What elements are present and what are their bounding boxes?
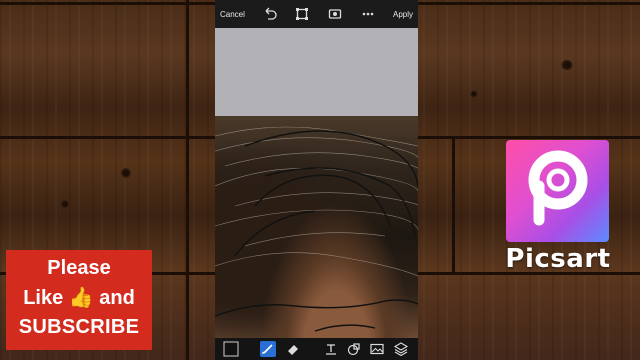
- picsart-logo-icon: [506, 140, 609, 242]
- like-text: Like: [23, 287, 64, 309]
- cancel-button[interactable]: Cancel: [220, 10, 245, 19]
- text-tool-icon[interactable]: [323, 341, 339, 357]
- brand-name: Picsart: [505, 244, 611, 274]
- wood-knot: [120, 168, 132, 178]
- image-icon[interactable]: [369, 341, 385, 357]
- layers-icon[interactable]: [393, 341, 409, 357]
- editor-top-bar: Cancel Apply: [215, 0, 418, 28]
- editor-tool-bar: [215, 338, 418, 360]
- editor-screen: Cancel Apply: [215, 0, 418, 360]
- wood-knot: [60, 200, 70, 208]
- subscribe-line-subscribe: SUBSCRIBE: [18, 316, 140, 338]
- video-record-icon[interactable]: [327, 6, 343, 22]
- plank-seam: [452, 139, 455, 272]
- more-icon[interactable]: [360, 6, 376, 22]
- undo-icon[interactable]: [262, 6, 278, 22]
- eraser-icon[interactable]: [285, 341, 301, 357]
- shape-icon[interactable]: [346, 341, 362, 357]
- and-text: and: [99, 287, 135, 309]
- hair-strokes: [215, 126, 418, 332]
- canvas-empty-area[interactable]: [215, 28, 418, 116]
- wood-knot: [470, 90, 478, 98]
- subscribe-banner: Please Like 👍 and SUBSCRIBE: [6, 250, 152, 350]
- thumbs-up-icon: 👍: [68, 285, 94, 309]
- apply-button[interactable]: Apply: [393, 10, 413, 19]
- wood-knot: [560, 60, 574, 70]
- subscribe-line-please: Please: [47, 257, 111, 279]
- plank-seam: [186, 0, 189, 360]
- brush-icon[interactable]: [260, 341, 276, 357]
- subscribe-line-like: Like 👍 and: [6, 283, 152, 313]
- hair-photo-canvas[interactable]: [215, 116, 418, 338]
- color-swatch-icon[interactable]: [223, 341, 239, 357]
- crop-frame-icon[interactable]: [294, 6, 310, 22]
